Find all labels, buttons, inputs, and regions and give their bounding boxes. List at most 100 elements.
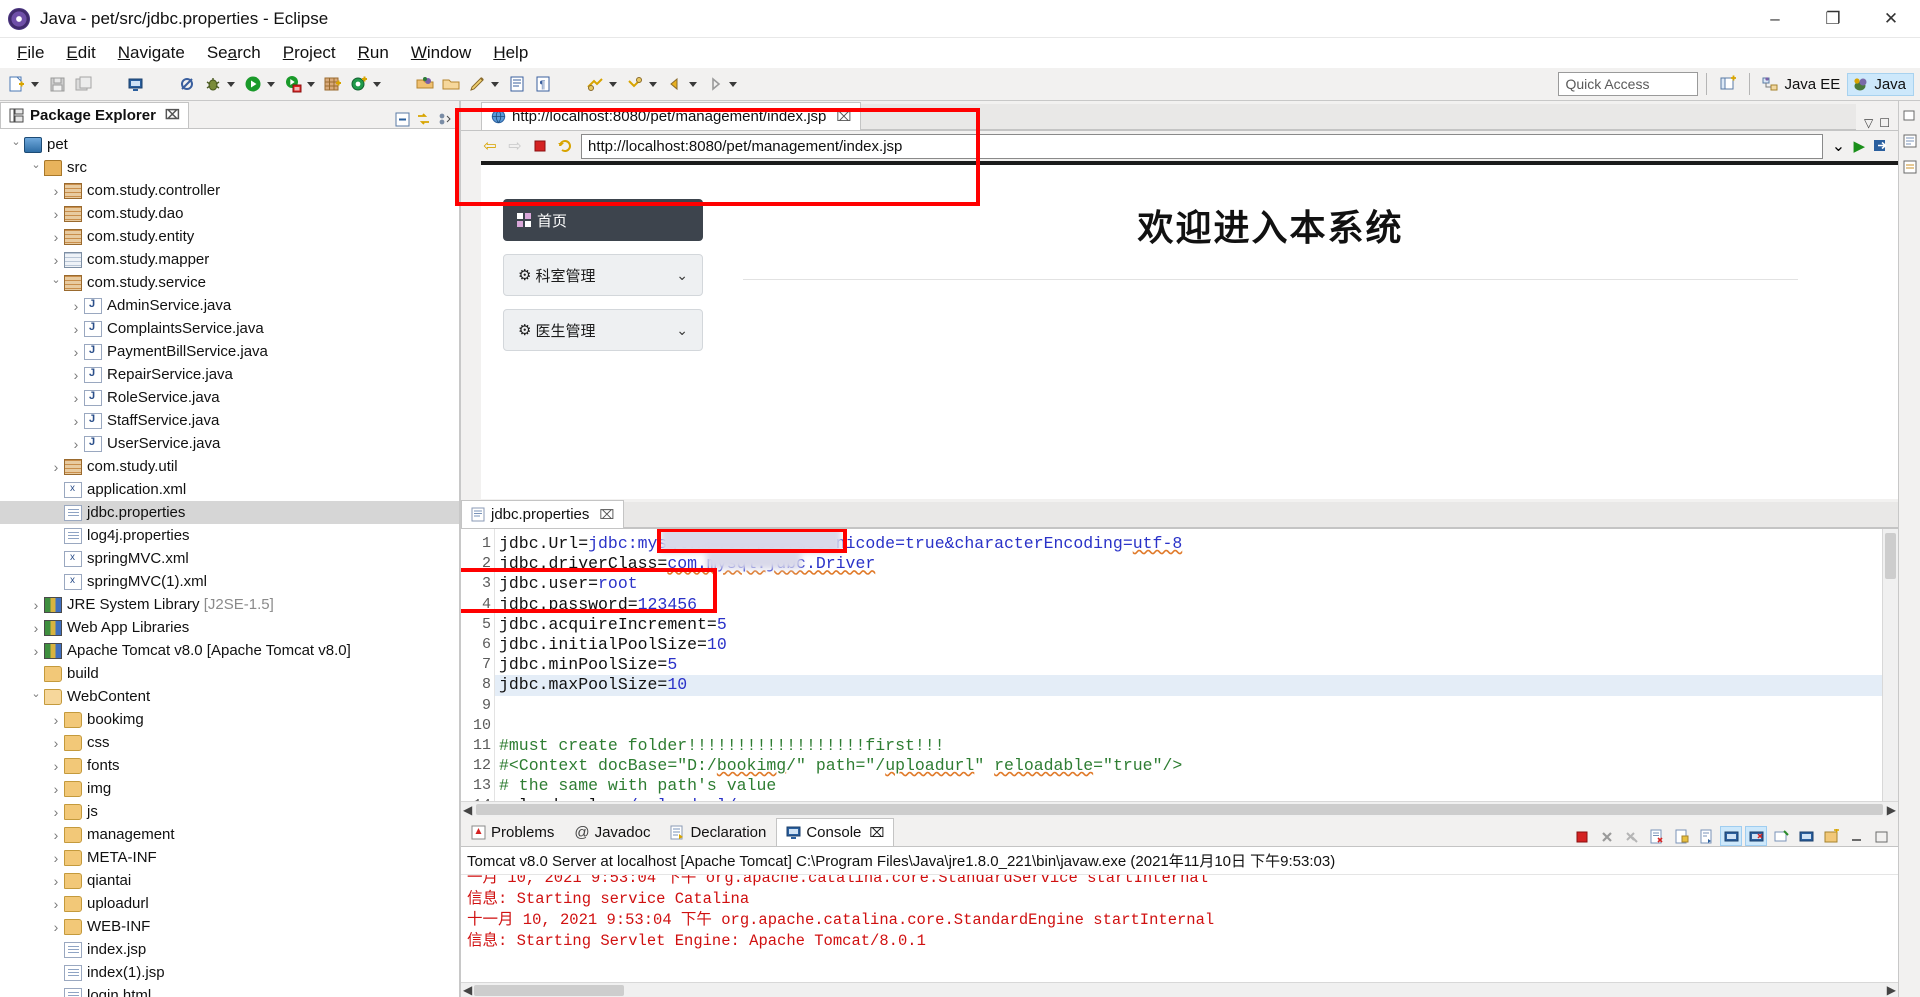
browser-view-menu-icon[interactable]: ▽ bbox=[1864, 116, 1873, 130]
chevron-down-icon[interactable]: ⌄ bbox=[676, 267, 688, 284]
tree-item[interactable]: WebContent bbox=[0, 685, 459, 708]
browser-go-icon[interactable]: ▶ bbox=[1853, 137, 1865, 155]
tree-item[interactable]: AdminService.java bbox=[0, 294, 459, 317]
outline-view-icon[interactable] bbox=[1902, 133, 1918, 149]
terminate-icon[interactable] bbox=[1570, 826, 1592, 846]
new-java-package-icon[interactable] bbox=[322, 73, 344, 95]
menu-help[interactable]: Help bbox=[482, 40, 539, 66]
code-area[interactable]: 123456789101112131415 jdbc.Url=jdbc:mysq… bbox=[461, 529, 1898, 801]
expand-arrow-icon[interactable] bbox=[28, 597, 44, 613]
pin-console-icon[interactable] bbox=[1770, 826, 1792, 846]
expand-arrow-icon[interactable] bbox=[48, 229, 64, 245]
view-menu-icon[interactable] bbox=[436, 111, 453, 128]
hscroll-left-arrow[interactable]: ◀ bbox=[463, 803, 472, 817]
show-whitespace-icon[interactable]: ¶ bbox=[532, 73, 554, 95]
new-dropdown-caret[interactable] bbox=[31, 81, 39, 87]
tree-item[interactable]: jdbc.properties bbox=[0, 501, 459, 524]
tree-item[interactable]: JRE System Library [J2SE-1.5] bbox=[0, 593, 459, 616]
tree-item[interactable]: StaffService.java bbox=[0, 409, 459, 432]
browser-open-external-icon[interactable] bbox=[1872, 137, 1890, 155]
expand-arrow-icon[interactable] bbox=[68, 390, 84, 406]
menu-file[interactable]: File bbox=[6, 40, 55, 66]
expand-arrow-icon[interactable] bbox=[48, 804, 64, 820]
maximize-button[interactable]: ❐ bbox=[1804, 0, 1862, 38]
next-annotation-icon[interactable] bbox=[506, 73, 528, 95]
page-menu-item[interactable]: ⚙ 科室管理 ⌄ bbox=[503, 254, 703, 296]
collapse-arrow-icon[interactable] bbox=[48, 276, 64, 289]
collapse-all-icon[interactable] bbox=[394, 111, 411, 128]
tree-item[interactable]: springMVC.xml bbox=[0, 547, 459, 570]
show-console-icon[interactable] bbox=[1720, 826, 1742, 846]
expand-arrow-icon[interactable] bbox=[48, 919, 64, 935]
save-icon[interactable] bbox=[46, 73, 68, 95]
tree-item[interactable]: ComplaintsService.java bbox=[0, 317, 459, 340]
clear-console-icon[interactable] bbox=[1645, 826, 1667, 846]
tab-jdbc-properties[interactable]: jdbc.properties ⌧ bbox=[461, 500, 625, 528]
expand-arrow-icon[interactable] bbox=[48, 183, 64, 199]
browser-back-icon[interactable]: ⇦ bbox=[481, 137, 499, 155]
console-hscroll-thumb[interactable] bbox=[474, 984, 625, 996]
hscroll-right-arrow[interactable]: ▶ bbox=[1887, 803, 1896, 817]
open-task-icon[interactable] bbox=[440, 73, 462, 95]
menu-navigate[interactable]: Navigate bbox=[107, 40, 196, 66]
expand-arrow-icon[interactable] bbox=[68, 413, 84, 429]
run-dropdown-caret[interactable] bbox=[267, 81, 275, 87]
menu-search[interactable]: Search bbox=[196, 40, 272, 66]
tree-item[interactable]: com.study.util bbox=[0, 455, 459, 478]
tree-item[interactable]: com.study.mapper bbox=[0, 248, 459, 271]
expand-arrow-icon[interactable] bbox=[68, 321, 84, 337]
expand-arrow-icon[interactable] bbox=[48, 206, 64, 222]
expand-arrow-icon[interactable] bbox=[68, 344, 84, 360]
debug-icon[interactable] bbox=[202, 73, 224, 95]
perspective-java[interactable]: Java bbox=[1847, 72, 1914, 96]
expand-arrow-icon[interactable] bbox=[28, 643, 44, 659]
tree-item[interactable]: PaymentBillService.java bbox=[0, 340, 459, 363]
menu-project[interactable]: Project bbox=[272, 40, 347, 66]
tree-item[interactable]: com.study.controller bbox=[0, 179, 459, 202]
expand-arrow-icon[interactable] bbox=[48, 850, 64, 866]
restore-icon[interactable] bbox=[1902, 107, 1918, 123]
chevron-down-icon[interactable]: ⌄ bbox=[676, 322, 688, 339]
open-perspective-icon[interactable] bbox=[1717, 73, 1739, 95]
expand-arrow-icon[interactable] bbox=[48, 896, 64, 912]
tree-item[interactable]: src bbox=[0, 156, 459, 179]
browser-refresh-icon[interactable] bbox=[556, 137, 574, 155]
expand-arrow-icon[interactable] bbox=[48, 758, 64, 774]
browser-forward-icon[interactable]: ⇨ bbox=[506, 137, 524, 155]
maximize-icon[interactable] bbox=[1870, 826, 1892, 846]
tree-item[interactable]: log4j.properties bbox=[0, 524, 459, 547]
tree-item[interactable]: META-INF bbox=[0, 846, 459, 869]
code-line[interactable]: # the same with path's value bbox=[495, 776, 1898, 796]
debug-dropdown-caret[interactable] bbox=[227, 81, 235, 87]
save-all-icon[interactable] bbox=[72, 73, 94, 95]
previous-edit-icon[interactable] bbox=[584, 73, 606, 95]
scroll-lock-icon[interactable] bbox=[1670, 826, 1692, 846]
code-line[interactable]: upload_url = /uploadurl/ bbox=[495, 796, 1898, 801]
menu-run[interactable]: Run bbox=[347, 40, 400, 66]
tree-item[interactable]: build bbox=[0, 662, 459, 685]
tree-item[interactable]: index.jsp bbox=[0, 938, 459, 961]
link-with-editor-icon[interactable] bbox=[415, 111, 432, 128]
tree-item[interactable]: Apache Tomcat v8.0 [Apache Tomcat v8.0] bbox=[0, 639, 459, 662]
tree-item[interactable]: qiantai bbox=[0, 869, 459, 892]
page-menu-item[interactable]: ⚙ 医生管理 ⌄ bbox=[503, 309, 703, 351]
tree-item[interactable]: js bbox=[0, 800, 459, 823]
browser-maximize-icon[interactable]: ☐ bbox=[1879, 116, 1890, 130]
console-tab-close[interactable]: ⌧ bbox=[869, 825, 884, 841]
tree-item[interactable]: uploadurl bbox=[0, 892, 459, 915]
open-type-icon[interactable] bbox=[414, 73, 436, 95]
tree-item[interactable]: springMVC(1).xml bbox=[0, 570, 459, 593]
tree-item[interactable]: com.study.dao bbox=[0, 202, 459, 225]
tree-item[interactable]: index(1).jsp bbox=[0, 961, 459, 984]
perspective-java-ee[interactable]: Java EE bbox=[1758, 74, 1847, 95]
tree-item[interactable]: WEB-INF bbox=[0, 915, 459, 938]
search-icon[interactable] bbox=[466, 73, 488, 95]
word-wrap-icon[interactable] bbox=[1695, 826, 1717, 846]
minimize-button[interactable]: – bbox=[1746, 0, 1804, 38]
console-tab-javadoc[interactable]: @ Javadoc bbox=[564, 818, 660, 846]
menu-window[interactable]: Window bbox=[400, 40, 482, 66]
collapse-arrow-icon[interactable] bbox=[8, 138, 24, 151]
run-as-server-dropdown-caret[interactable] bbox=[307, 81, 315, 87]
display-selected-console-icon[interactable] bbox=[1795, 826, 1817, 846]
back-caret[interactable] bbox=[689, 81, 697, 87]
